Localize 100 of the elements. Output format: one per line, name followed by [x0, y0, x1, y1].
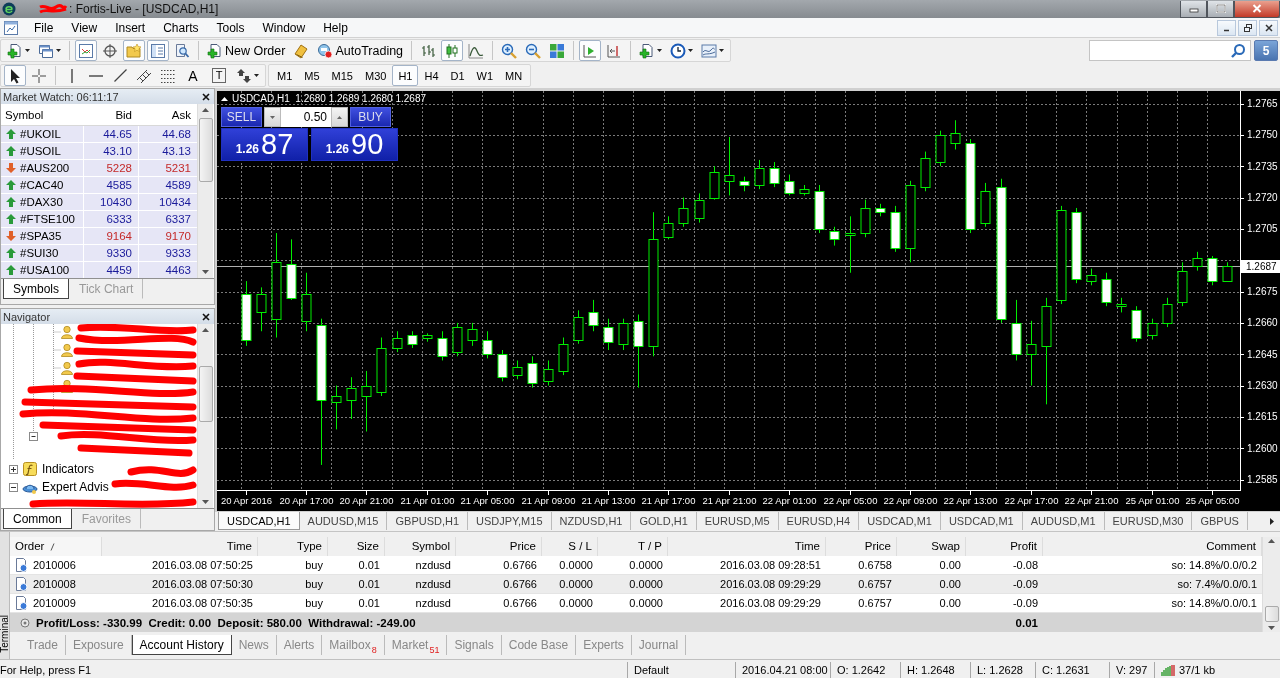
- tree-item-label[interactable]: Expert Advis: [42, 480, 109, 494]
- menu-item[interactable]: Help: [314, 18, 357, 37]
- person-icon[interactable]: [61, 325, 73, 339]
- menu-item[interactable]: View: [62, 18, 107, 37]
- quote-row[interactable]: #UKOIL 44.65 44.68: [1, 126, 197, 143]
- collapse-triangle-icon[interactable]: [221, 96, 228, 101]
- chart-tab[interactable]: USDCAD,H1: [218, 512, 300, 530]
- quote-row[interactable]: #DAX30 10430 10434: [1, 194, 197, 211]
- volume-up-button[interactable]: [331, 107, 348, 127]
- quote-row[interactable]: #SUI30 9330 9333: [1, 245, 197, 262]
- scroll-up-icon[interactable]: [202, 108, 209, 112]
- period-button[interactable]: M1: [271, 65, 299, 86]
- buy-price-button[interactable]: 1.26 90: [311, 128, 398, 161]
- person-icon[interactable]: [61, 379, 73, 393]
- close-button[interactable]: [1234, 0, 1280, 18]
- table-cell: 2016.03.08 09:29:29: [720, 578, 821, 590]
- chart-tab[interactable]: USDCAD,M1: [940, 512, 1023, 530]
- menu-item[interactable]: Insert: [106, 18, 155, 37]
- collapse-icon[interactable]: [9, 482, 18, 492]
- period-button[interactable]: M5: [298, 65, 326, 86]
- new-order-button[interactable]: New Order: [204, 40, 289, 61]
- period-button[interactable]: H1: [392, 65, 419, 86]
- scrollbar-thumb[interactable]: [1264, 606, 1279, 622]
- close-icon[interactable]: [202, 92, 210, 101]
- column-header[interactable]: Order: [10, 537, 102, 556]
- quote-row[interactable]: #CAC40 4585 4589: [1, 177, 197, 194]
- column-header[interactable]: Bid: [115, 108, 132, 121]
- column-header[interactable]: Symbol: [1, 108, 44, 121]
- chart-window-icon: [78, 42, 94, 59]
- collapse-icon[interactable]: [29, 432, 38, 441]
- bid-price: 44.65: [103, 128, 132, 140]
- chart-tab[interactable]: AUDUSD,M1: [1022, 512, 1105, 530]
- text-tool-button[interactable]: T: [207, 65, 231, 86]
- period-button[interactable]: H4: [418, 65, 445, 86]
- terminal-tab[interactable]: Market$_{51}$: [384, 635, 448, 655]
- volume-field[interactable]: 0.50: [281, 107, 331, 127]
- quote-row[interactable]: #FTSE100 6333 6337: [1, 211, 197, 228]
- chart-tab[interactable]: EURUSD,M5: [696, 512, 779, 530]
- chart-tab[interactable]: EURUSD,H4: [778, 512, 860, 530]
- cursor-button[interactable]: [4, 65, 26, 86]
- quote-row[interactable]: #SPA35 9164 9170: [1, 228, 197, 245]
- chart-tab[interactable]: USDCAD,M1: [859, 512, 941, 530]
- menu-item[interactable]: Charts: [154, 18, 208, 37]
- restore-button[interactable]: [1238, 19, 1257, 36]
- period-button[interactable]: MN: [499, 65, 529, 86]
- sell-price-button[interactable]: 1.26 87: [221, 128, 308, 161]
- chart-tab[interactable]: GBPUSD,H1: [387, 512, 469, 530]
- search-field[interactable]: [1089, 40, 1251, 61]
- column-header[interactable]: Ask: [171, 108, 191, 121]
- scroll-right-icon[interactable]: [1270, 518, 1274, 525]
- period-button[interactable]: M30: [358, 65, 393, 86]
- scroll-down-icon[interactable]: [1268, 626, 1275, 630]
- chart-tab[interactable]: USDJPY,M15: [468, 512, 552, 530]
- candlestick-button[interactable]: [441, 40, 464, 61]
- period-button[interactable]: M15: [325, 65, 359, 86]
- quote-row[interactable]: #AUS200 5228 5231: [1, 160, 197, 177]
- period-button[interactable]: W1: [470, 65, 500, 86]
- chart-tab[interactable]: EURUSD,M30: [1104, 512, 1193, 530]
- scroll-up-icon[interactable]: [1268, 539, 1275, 543]
- scrollbar[interactable]: [197, 104, 213, 278]
- menu-item[interactable]: File: [25, 18, 63, 37]
- text-tool-button[interactable]: A: [181, 65, 205, 86]
- panel-tab[interactable]: Common: [3, 509, 72, 529]
- scroll-down-icon[interactable]: [202, 270, 209, 274]
- scrollbar[interactable]: [1262, 537, 1280, 632]
- autotrading-button[interactable]: AutoTrading: [314, 40, 407, 61]
- chart-tab[interactable]: GOLD,H1: [631, 512, 697, 530]
- market-watch-button[interactable]: [75, 40, 97, 61]
- chart-tab[interactable]: GBPUS: [1192, 512, 1248, 530]
- terminal-button[interactable]: [147, 40, 169, 61]
- expand-icon[interactable]: [9, 464, 18, 474]
- person-icon[interactable]: [61, 361, 73, 375]
- price-label: 1.2705: [1247, 223, 1278, 235]
- quote-row[interactable]: #USOIL 43.10 43.13: [1, 143, 197, 160]
- sell-button[interactable]: SELL: [221, 107, 262, 127]
- close-icon[interactable]: [202, 312, 210, 321]
- terminal-tab[interactable]: Account History: [131, 635, 232, 655]
- terminal-tab[interactable]: Mailbox$_{8}$: [322, 635, 385, 655]
- volume-down-button[interactable]: [264, 107, 281, 127]
- maximize-button[interactable]: [1207, 0, 1234, 18]
- scrollbar[interactable]: [197, 324, 213, 508]
- stop-badge-icon: [317, 42, 334, 59]
- auto-scroll-button[interactable]: [579, 40, 602, 61]
- symbol-label: #DAX30: [20, 196, 63, 208]
- panel-tab[interactable]: Symbols: [3, 279, 69, 299]
- person-icon[interactable]: [61, 343, 73, 357]
- buy-button[interactable]: BUY: [350, 107, 391, 127]
- period-button[interactable]: D1: [444, 65, 471, 86]
- menu-item[interactable]: Tools: [207, 18, 254, 37]
- chart-tab[interactable]: NZDUSD,H1: [551, 512, 632, 530]
- scroll-down-icon[interactable]: [202, 500, 209, 504]
- chart-tab[interactable]: AUDUSD,M15: [299, 512, 388, 530]
- menu-item[interactable]: Window: [253, 18, 315, 37]
- scroll-up-icon[interactable]: [202, 328, 209, 332]
- time-label: 21 Apr 09:00: [521, 495, 576, 506]
- scrollbar-thumb[interactable]: [198, 366, 213, 422]
- minimize-button[interactable]: [1180, 0, 1207, 18]
- candlestick: [1026, 320, 1037, 387]
- tree-item-label[interactable]: Indicators: [42, 462, 95, 476]
- scrollbar-thumb[interactable]: [198, 118, 213, 182]
